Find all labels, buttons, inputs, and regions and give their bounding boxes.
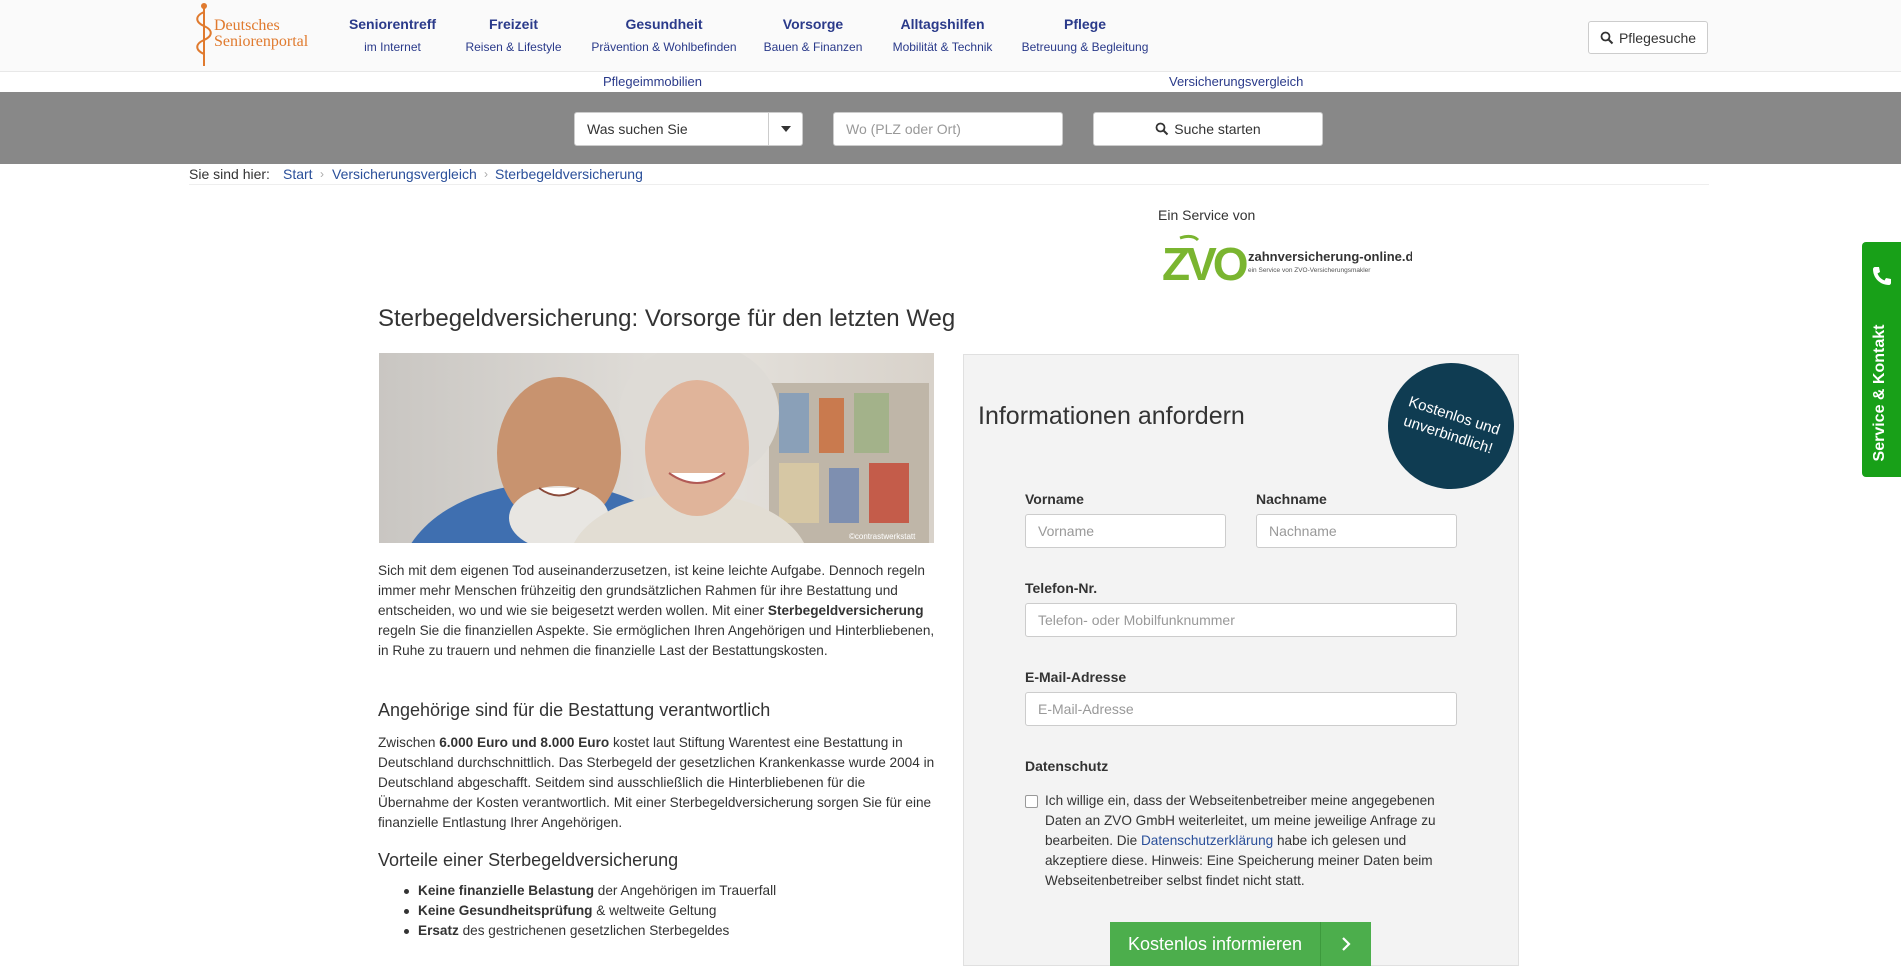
costs-text-start: Zwischen	[378, 735, 440, 750]
sublink-pflegeimmobilien[interactable]: Pflegeimmobilien	[603, 74, 702, 89]
phone-icon	[1873, 267, 1891, 285]
nav-subtitle: Prävention & Wohlbefinden	[591, 40, 737, 54]
page-title: Sterbegeldversicherung: Vorsorge für den…	[378, 305, 956, 332]
consent-checkbox[interactable]	[1025, 795, 1038, 808]
breadcrumb-separator: ›	[320, 167, 324, 181]
zvo-logo-letters: ZVO	[1162, 238, 1247, 286]
nav-subtitle: im Internet	[364, 40, 421, 54]
service-label: Ein Service von	[1158, 207, 1256, 223]
search-start-button[interactable]: Suche starten	[1093, 112, 1323, 146]
intro-text-end: regeln Sie die finanziellen Aspekte. Sie…	[378, 623, 935, 658]
zvo-logo-image: ZVO zahnversicherung-online.de ein Servi…	[1162, 234, 1421, 290]
form-title: Informationen anfordern	[978, 402, 1245, 430]
nav-vorsorge[interactable]: Vorsorge Bauen & Finanzen	[758, 14, 868, 56]
benefits-list: Keine finanzielle Belastung der Angehöri…	[400, 881, 776, 941]
nav-title: Seniorentreff	[348, 16, 437, 32]
privacy-policy-link[interactable]: Datenschutzerklärung	[1141, 833, 1273, 848]
breadcrumb-prefix: Sie sind hier:	[189, 166, 270, 182]
search-icon	[1600, 31, 1614, 44]
email-label: E-Mail-Adresse	[1025, 669, 1127, 685]
telefon-label: Telefon-Nr.	[1025, 580, 1098, 596]
breadcrumb: Sie sind hier: Start › Versicherungsverg…	[189, 166, 1709, 185]
service-contact-label: Service & Kontakt	[1871, 324, 1888, 462]
zvo-logo[interactable]: ZVO zahnversicherung-online.de ein Servi…	[1162, 234, 1421, 290]
nav-title: Alltagshilfen	[900, 16, 985, 32]
chevron-down-icon[interactable]	[768, 113, 802, 145]
senior-couple-photo	[411, 353, 929, 543]
telefon-input[interactable]	[1025, 603, 1457, 637]
section-heading-vorteile: Vorteile einer Sterbegeldversicherung	[378, 850, 679, 870]
nachname-label: Nachname	[1256, 491, 1327, 507]
benefit-text: & weltweite Geltung	[592, 903, 717, 918]
costs-bold: 6.000 Euro und 8.000 Euro	[439, 735, 610, 750]
benefit-text: des gestrichenen gesetzlichen Sterbegeld…	[458, 923, 730, 938]
breadcrumb-start[interactable]: Start	[283, 166, 313, 182]
list-item: Keine Gesundheitsprüfung & weltweite Gel…	[400, 901, 776, 921]
list-item: Ersatz des gestrichenen gesetzlichen Ste…	[400, 921, 776, 941]
sublink-versicherungsvergleich[interactable]: Versicherungsvergleich	[1169, 74, 1303, 89]
logo-text: Deutsches Seniorenportal	[214, 18, 308, 50]
nav-subtitle: Betreuung & Begleitung	[1021, 40, 1149, 54]
zvo-logo-tagline: ein Service von ZVO-Versicherungsmakler	[1248, 267, 1371, 274]
intro-paragraph: Sich mit dem eigenen Tod auseinanderzuse…	[378, 561, 938, 661]
benefit-bold: Ersatz	[418, 923, 459, 938]
submit-label: Kostenlos informieren	[1127, 933, 1303, 954]
nav-seniorentreff[interactable]: Seniorentreff im Internet	[340, 14, 445, 56]
benefit-text: der Angehörigen im Trauerfall	[594, 883, 777, 898]
costs-paragraph: Zwischen 6.000 Euro und 8.000 Euro koste…	[378, 733, 938, 833]
nav-subtitle: Bauen & Finanzen	[763, 40, 863, 54]
search-start-label: Suche starten	[1174, 121, 1261, 137]
nav-title: Pflege	[1063, 16, 1106, 32]
email-input[interactable]	[1025, 692, 1457, 726]
list-item: Keine finanzielle Belastung der Angehöri…	[400, 881, 776, 901]
datenschutz-label: Datenschutz	[1025, 758, 1109, 774]
search-icon	[1155, 122, 1169, 136]
location-input[interactable]	[833, 112, 1063, 146]
intro-bold: Sterbegeldversicherung	[767, 603, 924, 618]
zvo-logo-domain: zahnversicherung-online.de	[1248, 249, 1412, 264]
breadcrumb-separator: ›	[484, 167, 488, 181]
article-photo	[379, 353, 934, 543]
consent-text: Ich willige ein, dass der Webseitenbetre…	[1045, 791, 1465, 891]
nav-title: Freizeit	[488, 16, 538, 32]
section-heading-angehoerige: Angehörige sind für die Bestattung veran…	[378, 700, 771, 720]
image-credit: ©contrastwerkstatt	[849, 532, 916, 541]
pflegesuche-button[interactable]: Pflegesuche	[1588, 21, 1708, 54]
chevron-right-icon	[1320, 922, 1371, 966]
service-contact-tab[interactable]: Service & Kontakt	[1862, 242, 1901, 477]
free-badge-text: Kostenlos und unverbindlich!	[1401, 393, 1503, 458]
category-select-value: Was suchen Sie	[587, 121, 688, 137]
site-logo[interactable]: Deutsches Seniorenportal	[192, 2, 322, 68]
benefit-bold: Keine Gesundheitsprüfung	[418, 903, 593, 918]
logo-line-1: Deutsches	[214, 17, 280, 34]
nav-subtitle: Reisen & Lifestyle	[465, 40, 562, 54]
nav-subtitle: Mobilität & Technik	[892, 40, 993, 54]
nav-title: Vorsorge	[782, 16, 844, 32]
nav-alltagshilfen[interactable]: Alltagshilfen Mobilität & Technik	[885, 14, 1000, 56]
logo-line-2: Seniorenportal	[214, 33, 309, 50]
benefit-bold: Keine finanzielle Belastung	[418, 883, 595, 898]
submit-button[interactable]: Kostenlos informieren	[1110, 922, 1371, 966]
category-select[interactable]: Was suchen Sie	[574, 112, 803, 146]
nav-title: Gesundheit	[625, 16, 703, 32]
nav-pflege[interactable]: Pflege Betreuung & Begleitung	[1018, 14, 1152, 56]
breadcrumb-sterbegeldversicherung[interactable]: Sterbegeldversicherung	[495, 166, 643, 182]
vorname-input[interactable]	[1025, 514, 1226, 548]
breadcrumb-versicherungsvergleich[interactable]: Versicherungsvergleich	[332, 166, 477, 182]
vorname-label: Vorname	[1025, 491, 1084, 507]
nachname-input[interactable]	[1256, 514, 1457, 548]
pflegesuche-label: Pflegesuche	[1618, 29, 1697, 46]
nav-gesundheit[interactable]: Gesundheit Prävention & Wohlbefinden	[588, 14, 740, 56]
nav-freizeit[interactable]: Freizeit Reisen & Lifestyle	[461, 14, 566, 56]
